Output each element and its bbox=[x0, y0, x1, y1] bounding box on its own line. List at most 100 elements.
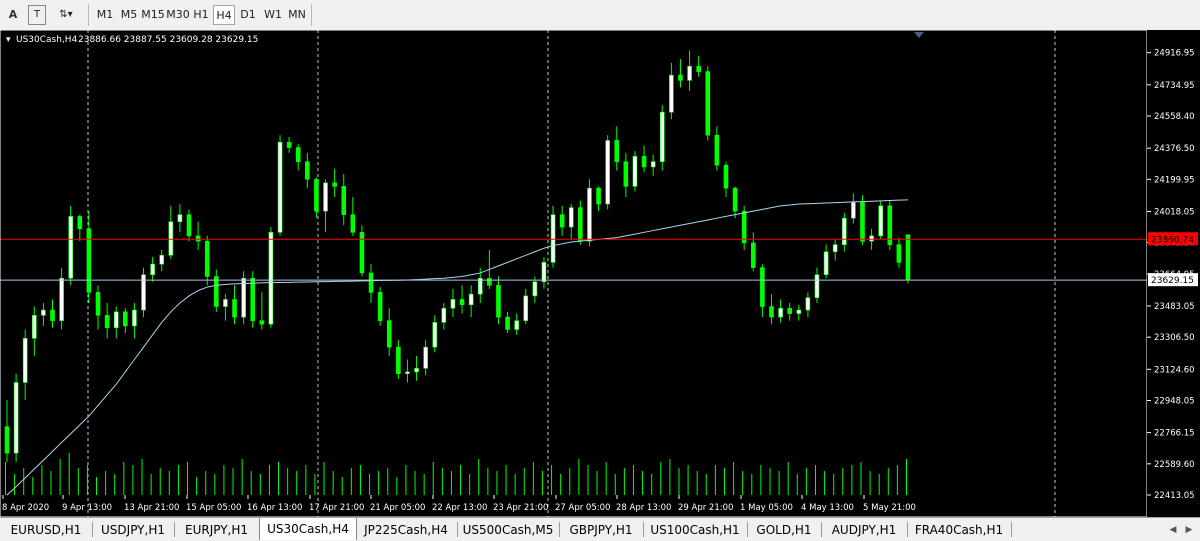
price-tick-label: 23124.60 bbox=[1154, 365, 1195, 375]
candle-body bbox=[823, 251, 829, 276]
candle-body bbox=[104, 315, 110, 329]
timeframe-m1-button[interactable]: M1 bbox=[94, 5, 116, 25]
chart-symbol: US30Cash,H4 bbox=[16, 35, 78, 45]
candle-body bbox=[204, 240, 210, 277]
timeframe-h1-button[interactable]: H1 bbox=[191, 5, 211, 25]
price-tick-label: 24558.40 bbox=[1154, 112, 1195, 122]
tab-scroll-right-icon[interactable]: ▶ bbox=[1182, 520, 1196, 540]
tab-usdjpy-h1[interactable]: USDJPY,H1 bbox=[93, 520, 173, 540]
chart-ohlc: 23886.66 23887.55 23609.28 23629.15 bbox=[78, 35, 258, 45]
candle-body bbox=[896, 244, 902, 263]
tab-gold-h1[interactable]: GOLD,H1 bbox=[748, 520, 820, 540]
time-tick-label: 22 Apr 13:00 bbox=[432, 503, 487, 513]
candle-body bbox=[441, 307, 447, 323]
candle-body bbox=[468, 293, 474, 306]
tab-scroll-left-icon[interactable]: ◀ bbox=[1166, 520, 1180, 540]
candle-body bbox=[32, 315, 37, 339]
candle-body bbox=[659, 111, 665, 162]
candle-body bbox=[568, 207, 574, 228]
tab-us30cash-h4[interactable]: US30Cash,H4 bbox=[259, 518, 357, 540]
candle-body bbox=[123, 311, 128, 327]
candle-body bbox=[869, 235, 874, 242]
candle-body bbox=[432, 322, 438, 348]
chart-canvas[interactable]: 24916.95 24734.95 24558.40 24376.50 24199.95… bbox=[0, 29, 1200, 518]
candle-body bbox=[177, 214, 183, 223]
candle-body bbox=[405, 371, 410, 374]
candle-body bbox=[532, 281, 538, 297]
timeframe-m30-button[interactable]: M30 bbox=[166, 5, 190, 25]
timeframe-toolbar: A T ⇅▾ M1 M5 M15 M30 H1 H4 D1 W1 MN bbox=[0, 0, 1200, 31]
candle-body bbox=[223, 299, 228, 307]
candle-body bbox=[696, 65, 701, 72]
tab-gbpjpy-h1[interactable]: GBPJPY,H1 bbox=[560, 520, 642, 540]
candle-body bbox=[232, 299, 237, 318]
chart-shift-marker-icon[interactable] bbox=[914, 32, 924, 38]
candle-body bbox=[450, 299, 456, 309]
candle-body bbox=[860, 201, 865, 242]
candle-body bbox=[550, 214, 556, 263]
time-tick-label: 21 Apr 05:00 bbox=[370, 503, 425, 513]
candle-body bbox=[587, 187, 592, 242]
text-tool-icon[interactable]: A bbox=[4, 5, 22, 25]
tab-eurusd-h1[interactable]: EURUSD,H1 bbox=[0, 520, 92, 540]
tab-jp225cash-h4[interactable]: JP225Cash,H4 bbox=[356, 520, 456, 540]
tab-us500cash-m5[interactable]: US500Cash,M5 bbox=[458, 520, 558, 540]
candle-body bbox=[368, 272, 374, 293]
timeframe-d1-button[interactable]: D1 bbox=[238, 5, 258, 25]
price-chart[interactable]: 24916.95 24734.95 24558.40 24376.50 24199.95… bbox=[0, 29, 1200, 518]
horizontal-line-label: 23860.74 bbox=[1151, 235, 1194, 245]
price-tick-label: 24199.95 bbox=[1154, 175, 1195, 185]
price-tick-label: 24734.95 bbox=[1154, 81, 1195, 91]
price-tick-label: 23483.05 bbox=[1154, 302, 1195, 312]
timeframe-w1-button[interactable]: W1 bbox=[262, 5, 284, 25]
timeframe-mn-button[interactable]: MN bbox=[285, 5, 309, 25]
text-label-tool-icon[interactable]: T bbox=[28, 5, 46, 25]
tab-audjpy-h1[interactable]: AUDJPY,H1 bbox=[822, 520, 906, 540]
timeframe-h4-button[interactable]: H4 bbox=[213, 5, 235, 25]
candle-body bbox=[132, 309, 137, 327]
candle-body bbox=[641, 156, 647, 168]
moving-average-line bbox=[6, 199, 909, 496]
time-tick-label: 27 Apr 05:00 bbox=[555, 503, 610, 513]
candle-body bbox=[496, 285, 501, 318]
candle-body bbox=[741, 210, 747, 244]
volume-histogram bbox=[5, 453, 907, 495]
candle-body bbox=[86, 228, 92, 293]
time-tick-label: 1 May 05:00 bbox=[740, 503, 793, 513]
time-tick-label: 4 May 13:00 bbox=[801, 503, 854, 513]
price-tick-label: 24018.05 bbox=[1154, 207, 1195, 217]
candle-body bbox=[559, 214, 565, 228]
timeframe-m5-button[interactable]: M5 bbox=[118, 5, 140, 25]
chart-tabs: EURUSD,H1 USDJPY,H1 EURJPY,H1 US30Cash,H… bbox=[0, 517, 1200, 541]
candle-body bbox=[414, 368, 419, 373]
candle-body bbox=[596, 187, 601, 205]
candle-body bbox=[523, 295, 529, 321]
arrows-tool-icon[interactable]: ⇅▾ bbox=[52, 5, 80, 25]
candle-body bbox=[605, 140, 610, 205]
candle-body bbox=[396, 346, 401, 374]
time-tick-label: 28 Apr 13:00 bbox=[616, 503, 671, 513]
candle-body bbox=[650, 161, 656, 168]
candle-body bbox=[805, 297, 811, 311]
time-tick-label: 8 Apr 2020 bbox=[2, 503, 49, 513]
candle-body bbox=[341, 186, 347, 215]
candle-body bbox=[295, 147, 301, 162]
candle-body bbox=[769, 306, 774, 318]
candle-body bbox=[168, 221, 174, 256]
time-axis[interactable]: 8 Apr 2020 9 Apr 13:00 13 Apr 21:00 15 Apr … bbox=[2, 495, 916, 513]
time-tick-label: 17 Apr 21:00 bbox=[309, 503, 364, 513]
tab-eurjpy-h1[interactable]: EURJPY,H1 bbox=[175, 520, 258, 540]
candle-body bbox=[878, 205, 883, 237]
time-tick-label: 5 May 21:00 bbox=[863, 503, 916, 513]
candle-body bbox=[95, 292, 101, 316]
candle-body bbox=[578, 207, 583, 242]
candle-body bbox=[186, 214, 192, 237]
price-tick-label: 24376.50 bbox=[1154, 144, 1195, 154]
candle-body bbox=[4, 426, 10, 454]
time-tick-label: 9 Apr 13:00 bbox=[62, 503, 112, 513]
candle-body bbox=[59, 277, 64, 321]
tab-us100cash-h1[interactable]: US100Cash,H1 bbox=[644, 520, 746, 540]
timeframe-m15-button[interactable]: M15 bbox=[141, 5, 165, 25]
tab-fra40cash-h1[interactable]: FRA40Cash,H1 bbox=[908, 520, 1010, 540]
candle-body bbox=[760, 267, 765, 307]
